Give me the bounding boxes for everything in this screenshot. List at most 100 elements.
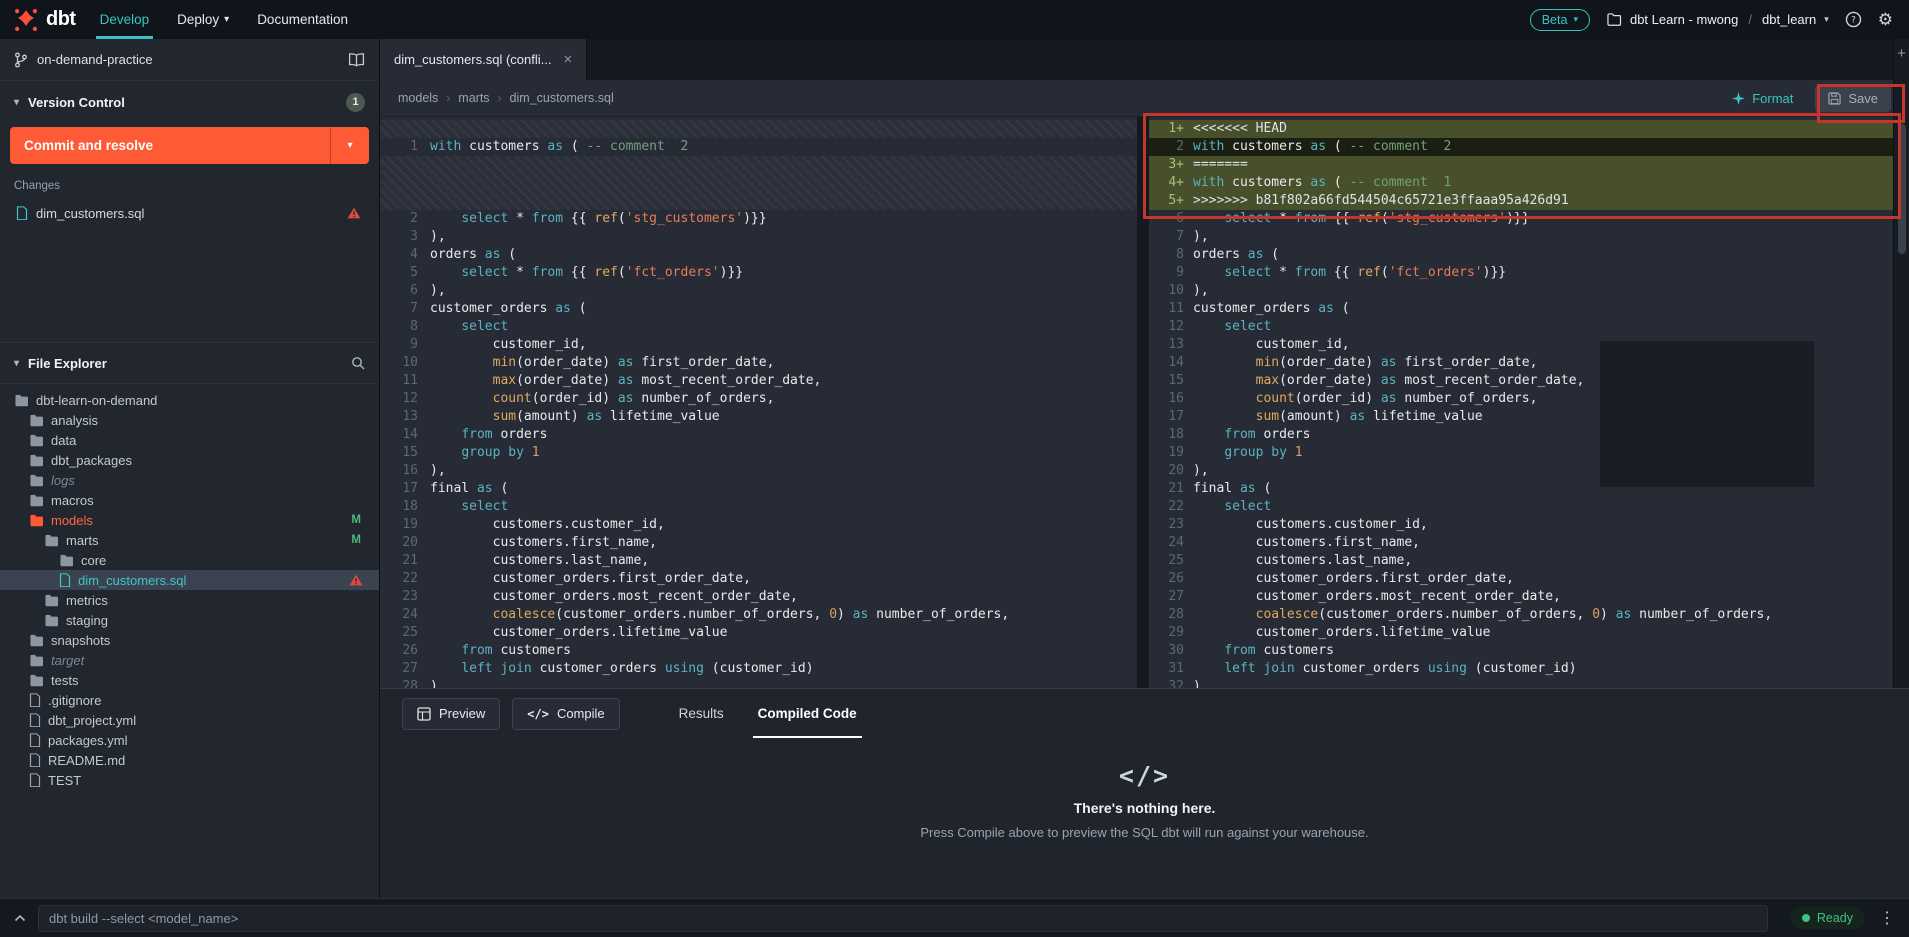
code-line[interactable]: 24 coalesce(customer_orders.number_of_or… [380, 606, 1137, 624]
breadcrumb-item[interactable]: dim_customers.sql [510, 91, 614, 105]
code-line[interactable]: 26 customer_orders.first_order_date, [1149, 570, 1893, 588]
code-line[interactable]: 14 from orders [380, 426, 1137, 444]
code-line[interactable]: 19 customers.customer_id, [380, 516, 1137, 534]
code-line[interactable]: 26 from customers [380, 642, 1137, 660]
code-line[interactable]: 3), [380, 228, 1137, 246]
code-line[interactable]: 2 select * from {{ ref('stg_customers')}… [380, 210, 1137, 228]
git-branch-selector[interactable]: on-demand-practice [0, 39, 379, 81]
chevron-up-icon[interactable] [14, 914, 26, 922]
code-line[interactable]: 3+======= [1149, 156, 1893, 174]
code-line[interactable]: 25 customer_orders.lifetime_value [380, 624, 1137, 642]
nav-deploy[interactable]: Deploy▾ [163, 0, 243, 39]
code-line[interactable]: 27 customer_orders.most_recent_order_dat… [1149, 588, 1893, 606]
code-line[interactable]: 28) [380, 678, 1137, 688]
tree-item-core[interactable]: core [0, 550, 379, 570]
code-line[interactable]: 12 count(order_id) as number_of_orders, [380, 390, 1137, 408]
format-button[interactable]: Format [1732, 91, 1793, 106]
editor-pane-left[interactable]: 1with customers as ( -- comment 2 2 selec… [380, 117, 1137, 688]
tab-results[interactable]: Results [662, 689, 741, 738]
code-line[interactable]: 13 sum(amount) as lifetime_value [380, 408, 1137, 426]
code-line[interactable]: 5+>>>>>>> b81f802a66fd544504c65721e3ffaa… [1149, 192, 1893, 210]
tree-item-models[interactable]: modelsM [0, 510, 379, 530]
code-line[interactable]: 4+with customers as ( -- comment 1 [1149, 174, 1893, 192]
close-icon[interactable]: × [564, 52, 573, 67]
code-line[interactable]: 1with customers as ( -- comment 2 [380, 138, 1137, 156]
tree-item-snapshots[interactable]: snapshots [0, 630, 379, 650]
nav-develop[interactable]: Develop [86, 0, 164, 39]
tree-item-dbt-packages[interactable]: dbt_packages [0, 450, 379, 470]
code-line[interactable]: 31 left join customer_orders using (cust… [1149, 660, 1893, 678]
code-line[interactable]: 20), [1149, 462, 1893, 480]
code-line[interactable]: 21final as ( [1149, 480, 1893, 498]
account-switcher[interactable]: dbt Learn - mwong / dbt_learn ▾ [1606, 12, 1829, 27]
code-line[interactable]: 14 min(order_date) as first_order_date, [1149, 354, 1893, 372]
editor-pane-right[interactable]: 1+<<<<<<< HEAD2with customers as ( -- co… [1149, 117, 1893, 688]
code-line[interactable]: 18 select [380, 498, 1137, 516]
code-line[interactable]: 11customer_orders as ( [1149, 300, 1893, 318]
breadcrumb-item[interactable]: models [398, 91, 438, 105]
nav-documentation[interactable]: Documentation [243, 0, 362, 39]
tree-item-logs[interactable]: logs [0, 470, 379, 490]
preview-button[interactable]: Preview [402, 698, 500, 730]
code-line[interactable]: 30 from customers [1149, 642, 1893, 660]
tree-item-dbt-learn-on-demand[interactable]: dbt-learn-on-demand [0, 390, 379, 410]
code-line[interactable]: 2with customers as ( -- comment 2 [1149, 138, 1893, 156]
compile-button[interactable]: </> Compile [512, 698, 619, 730]
dbt-logo[interactable]: dbt [0, 8, 86, 32]
tree-item--gitignore[interactable]: .gitignore [0, 690, 379, 710]
tree-item-marts[interactable]: martsM [0, 530, 379, 550]
code-line[interactable]: 20 customers.first_name, [380, 534, 1137, 552]
code-line[interactable]: 18 from orders [1149, 426, 1893, 444]
code-line[interactable]: 15 group by 1 [380, 444, 1137, 462]
code-line[interactable]: 10), [1149, 282, 1893, 300]
code-line[interactable]: 22 select [1149, 498, 1893, 516]
search-icon[interactable] [351, 356, 365, 370]
gear-icon[interactable]: ⚙ [1878, 11, 1893, 28]
code-line[interactable]: 8orders as ( [1149, 246, 1893, 264]
code-line[interactable]: 5 select * from {{ ref('fct_orders')}} [380, 264, 1137, 282]
code-line[interactable]: 19 group by 1 [1149, 444, 1893, 462]
code-line[interactable]: 23 customer_orders.most_recent_order_dat… [380, 588, 1137, 606]
save-button[interactable]: Save [1815, 85, 1891, 112]
code-line[interactable]: 23 customers.customer_id, [1149, 516, 1893, 534]
code-line[interactable]: 7), [1149, 228, 1893, 246]
code-line[interactable]: 16 count(order_id) as number_of_orders, [1149, 390, 1893, 408]
code-line[interactable]: 9 customer_id, [380, 336, 1137, 354]
code-line[interactable]: 17 sum(amount) as lifetime_value [1149, 408, 1893, 426]
code-line[interactable]: 12 select [1149, 318, 1893, 336]
code-line[interactable]: 21 customers.last_name, [380, 552, 1137, 570]
code-line[interactable]: 11 max(order_date) as most_recent_order_… [380, 372, 1137, 390]
plus-icon[interactable]: + [1894, 45, 1909, 62]
breadcrumb-item[interactable]: marts [458, 91, 489, 105]
code-line[interactable]: 7customer_orders as ( [380, 300, 1137, 318]
help-icon[interactable]: ? [1845, 11, 1862, 28]
code-line[interactable]: 6), [380, 282, 1137, 300]
tree-item-metrics[interactable]: metrics [0, 590, 379, 610]
kebab-menu-icon[interactable]: ⋮ [1879, 908, 1895, 928]
tree-item-packages-yml[interactable]: packages.yml [0, 730, 379, 750]
code-line[interactable]: 27 left join customer_orders using (cust… [380, 660, 1137, 678]
code-line[interactable]: 17final as ( [380, 480, 1137, 498]
tree-item-readme-md[interactable]: README.md [0, 750, 379, 770]
tree-item-test[interactable]: TEST [0, 770, 379, 790]
tree-item-analysis[interactable]: analysis [0, 410, 379, 430]
code-line[interactable]: 16), [380, 462, 1137, 480]
tree-item-tests[interactable]: tests [0, 670, 379, 690]
code-line[interactable]: 32) [1149, 678, 1893, 688]
tab-dim-customers[interactable]: dim_customers.sql (confli... × [380, 39, 587, 80]
code-line[interactable]: 4orders as ( [380, 246, 1137, 264]
pane-divider[interactable] [1137, 117, 1149, 688]
code-line[interactable]: 22 customer_orders.first_order_date, [380, 570, 1137, 588]
tree-item-staging[interactable]: staging [0, 610, 379, 630]
editor-scrollbar[interactable]: + [1893, 39, 1909, 688]
changed-file-item[interactable]: dim_customers.sql [0, 201, 379, 225]
code-line[interactable]: 13 customer_id, [1149, 336, 1893, 354]
version-control-header[interactable]: ▾ Version Control 1 [0, 85, 379, 119]
code-line[interactable]: 24 customers.first_name, [1149, 534, 1893, 552]
code-line[interactable]: 6 select * from {{ ref('stg_customers')}… [1149, 210, 1893, 228]
tree-item-data[interactable]: data [0, 430, 379, 450]
code-line[interactable]: 8 select [380, 318, 1137, 336]
code-line[interactable]: 29 customer_orders.lifetime_value [1149, 624, 1893, 642]
code-line[interactable]: 9 select * from {{ ref('fct_orders')}} [1149, 264, 1893, 282]
code-line[interactable]: 28 coalesce(customer_orders.number_of_or… [1149, 606, 1893, 624]
